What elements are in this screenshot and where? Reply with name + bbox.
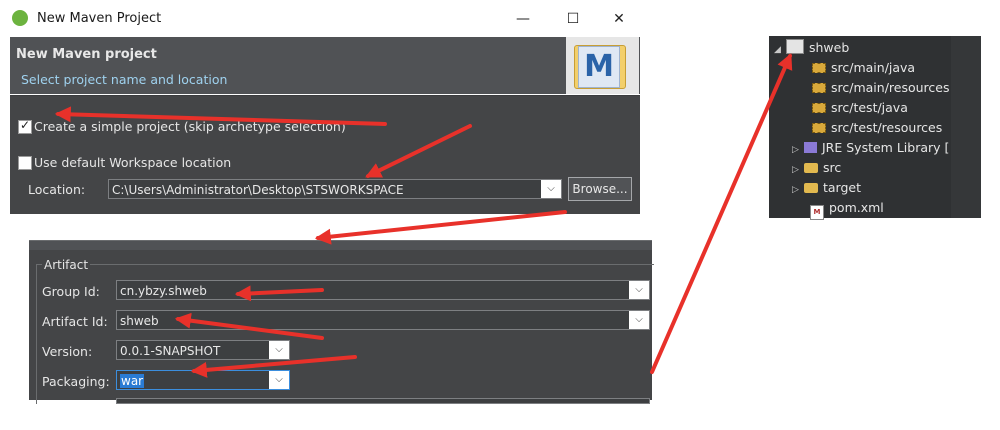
group-id-combobox[interactable]: cn.ybzy.shweb ⌵: [116, 280, 650, 300]
group-id-label: Group Id:: [42, 284, 100, 299]
source-folder-icon: [812, 63, 826, 73]
version-value: 0.0.1-SNAPSHOT: [120, 344, 221, 358]
browse-button[interactable]: Browse...: [568, 177, 632, 201]
tree-item[interactable]: src/test/resources: [812, 118, 942, 138]
tree-item-label: src/main/java: [831, 60, 916, 75]
crop-mask: [0, 404, 660, 430]
tree-item[interactable]: Mpom.xml: [810, 198, 884, 220]
wizard-subtitle: Select project name and location: [21, 72, 228, 87]
default-workspace-label: Use default Workspace location: [34, 155, 232, 170]
chevron-down-icon[interactable]: ⌵: [269, 341, 289, 359]
wizard-title: New Maven project: [16, 47, 157, 62]
xml-file-icon: M: [810, 205, 824, 220]
expand-right-icon[interactable]: ▷: [792, 140, 804, 160]
tree-project-shweb[interactable]: ◢ shweb: [774, 38, 849, 58]
artifact-id-label: Artifact Id:: [42, 314, 108, 329]
packaging-combobox[interactable]: war ⌵: [116, 370, 290, 390]
artifact-legend: Artifact: [42, 258, 91, 272]
source-folder-icon: [812, 123, 826, 133]
tree-item-label: src/test/java: [831, 100, 908, 115]
expand-right-icon[interactable]: ▷: [792, 160, 804, 180]
window-title: New Maven Project: [37, 11, 162, 26]
spring-app-icon: [12, 10, 28, 26]
tree-item[interactable]: src/main/java: [812, 58, 915, 78]
default-workspace-checkbox[interactable]: [18, 156, 32, 170]
expand-right-icon[interactable]: ▷: [792, 180, 804, 200]
tree-item[interactable]: src/test/java: [812, 98, 908, 118]
tree-item-label: target: [823, 180, 862, 195]
minimize-button[interactable]: —: [514, 10, 532, 28]
source-folder-icon: [812, 103, 826, 113]
tree-item[interactable]: ▷ src: [792, 158, 841, 178]
tree-item-label: JRE System Library [: [822, 140, 950, 155]
chevron-down-icon[interactable]: ⌵: [541, 180, 561, 198]
version-combobox[interactable]: 0.0.1-SNAPSHOT ⌵: [116, 340, 290, 360]
packaging-value: war: [120, 374, 145, 388]
tree-item-label: src/main/resources: [831, 80, 950, 95]
tree-item-label: src: [823, 160, 842, 175]
chevron-down-icon[interactable]: ⌵: [629, 281, 649, 299]
packaging-label: Packaging:: [42, 374, 110, 389]
folder-icon: [804, 163, 818, 173]
tree-item[interactable]: ▷ target: [792, 178, 861, 198]
maven-project-icon: [786, 39, 804, 54]
tree-item-label: src/test/resources: [831, 120, 943, 135]
location-combobox[interactable]: C:\Users\Administrator\Desktop\STSWORKSP…: [108, 179, 562, 199]
maven-m-icon: M: [578, 46, 620, 88]
close-button[interactable]: ✕: [610, 10, 628, 28]
chevron-down-icon[interactable]: ⌵: [269, 371, 289, 389]
version-label: Version:: [42, 344, 93, 359]
artifact-id-combobox[interactable]: shweb ⌵: [116, 310, 650, 330]
artifact-id-value: shweb: [120, 314, 159, 328]
maven-logo: M: [566, 37, 639, 94]
arrow-to-artifact-section: [314, 210, 567, 245]
maximize-button[interactable]: ☐: [564, 10, 582, 28]
project-name: shweb: [809, 40, 850, 55]
tree-item[interactable]: ▷ JRE System Library [: [792, 138, 949, 158]
library-icon: [804, 142, 817, 153]
simple-project-label: Create a simple project (skip archetype …: [34, 119, 346, 134]
explorer-scroll-area: [951, 36, 981, 218]
simple-project-checkbox[interactable]: ✓: [18, 118, 32, 134]
expand-down-icon[interactable]: ◢: [774, 40, 786, 60]
checkmark-icon: ✓: [20, 118, 31, 132]
tree-item-label: pom.xml: [829, 200, 884, 215]
group-id-value: cn.ybzy.shweb: [120, 284, 207, 298]
location-label: Location:: [28, 182, 86, 197]
tree-item[interactable]: src/main/resources: [812, 78, 949, 98]
folder-icon: [804, 183, 818, 193]
source-folder-icon: [812, 83, 826, 93]
chevron-down-icon[interactable]: ⌵: [629, 311, 649, 329]
location-value: C:\Users\Administrator\Desktop\STSWORKSP…: [112, 183, 404, 197]
